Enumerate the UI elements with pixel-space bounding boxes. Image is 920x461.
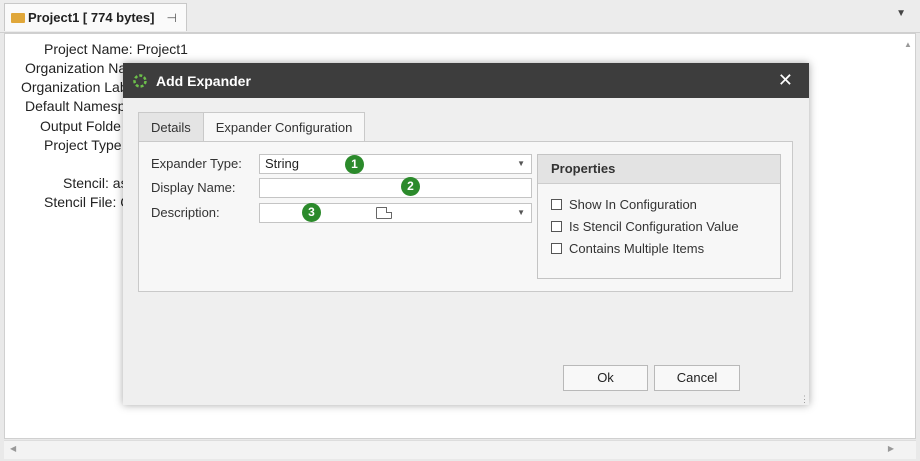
scroll-right-icon[interactable]: ▶ — [888, 444, 894, 453]
document-tab-bar: Project1 [ 774 bytes] ⊣ ▼ — [0, 0, 920, 33]
close-icon[interactable]: ✕ — [778, 70, 793, 91]
project-type-row: Project Type — [44, 137, 122, 153]
pin-icon[interactable]: ⊣ — [166, 11, 176, 25]
contains-multiple-items-label: Contains Multiple Items — [569, 241, 705, 256]
display-name-label: Display Name: — [151, 180, 236, 195]
tab-dropdown-icon[interactable]: ▼ — [896, 8, 906, 19]
organization-name-row: Organization Na — [25, 60, 127, 76]
properties-group: Properties Show In Configuration Is Sten… — [537, 154, 781, 279]
horizontal-scrollbar[interactable]: ◀ ▶ — [4, 440, 916, 459]
folder-icon — [11, 12, 25, 23]
dialog-header: Add Expander ✕ — [123, 63, 809, 98]
ok-button[interactable]: Ok — [563, 365, 648, 391]
app-logo-icon — [133, 73, 147, 88]
display-name-input[interactable] — [259, 178, 532, 198]
description-select[interactable]: ▼ — [259, 203, 532, 223]
is-stencil-configuration-value-checkbox[interactable]: Is Stencil Configuration Value — [551, 219, 739, 234]
scroll-up-icon[interactable]: ▲ — [904, 40, 912, 49]
checkbox-icon[interactable] — [551, 199, 562, 210]
resize-grip-icon[interactable]: ⋮ — [800, 394, 809, 405]
callout-badge-2: 2 — [401, 177, 420, 196]
output-folder-row: Output Folde — [40, 118, 121, 134]
properties-header: Properties — [538, 155, 780, 184]
default-namespace-row: Default Namesp — [25, 98, 126, 114]
show-in-configuration-checkbox[interactable]: Show In Configuration — [551, 197, 697, 212]
callout-badge-1: 1 — [345, 155, 364, 174]
dialog-tabs: Details Expander Configuration — [138, 112, 366, 143]
checkbox-icon[interactable] — [551, 221, 562, 232]
description-label: Description: — [151, 205, 220, 220]
organization-label-row: Organization Lab — [21, 79, 128, 95]
stencil-file-row: Stencil File: C — [44, 194, 131, 210]
checkbox-icon[interactable] — [551, 243, 562, 254]
expander-type-select[interactable]: String ▼ — [259, 154, 532, 174]
tab-expander-configuration[interactable]: Expander Configuration — [202, 112, 366, 143]
show-in-configuration-label: Show In Configuration — [569, 197, 697, 212]
expander-type-value: String — [265, 156, 299, 171]
document-icon[interactable] — [376, 207, 392, 219]
callout-badge-3: 3 — [302, 203, 321, 222]
chevron-down-icon[interactable]: ▼ — [517, 204, 525, 222]
tab-details[interactable]: Details — [138, 112, 204, 142]
dialog-title: Add Expander — [156, 72, 251, 89]
stencil-row: Stencil: as — [63, 175, 128, 191]
is-stencil-configuration-value-label: Is Stencil Configuration Value — [569, 219, 739, 234]
expander-type-label: Expander Type: — [151, 156, 242, 171]
cancel-button[interactable]: Cancel — [654, 365, 740, 391]
project-tab[interactable]: Project1 [ 774 bytes] ⊣ — [4, 3, 187, 31]
project-name-row: Project Name: Project1 — [44, 41, 188, 57]
scroll-left-icon[interactable]: ◀ — [10, 444, 16, 453]
contains-multiple-items-checkbox[interactable]: Contains Multiple Items — [551, 241, 704, 256]
expander-configuration-panel: Expander Type: String ▼ 1 Display Name: … — [138, 141, 793, 292]
chevron-down-icon[interactable]: ▼ — [517, 155, 525, 173]
vertical-scrollbar[interactable]: ▲ — [901, 34, 915, 438]
add-expander-dialog: Add Expander ✕ Details Expander Configur… — [123, 63, 809, 405]
project-tab-title: Project1 [ 774 bytes] — [28, 10, 155, 25]
